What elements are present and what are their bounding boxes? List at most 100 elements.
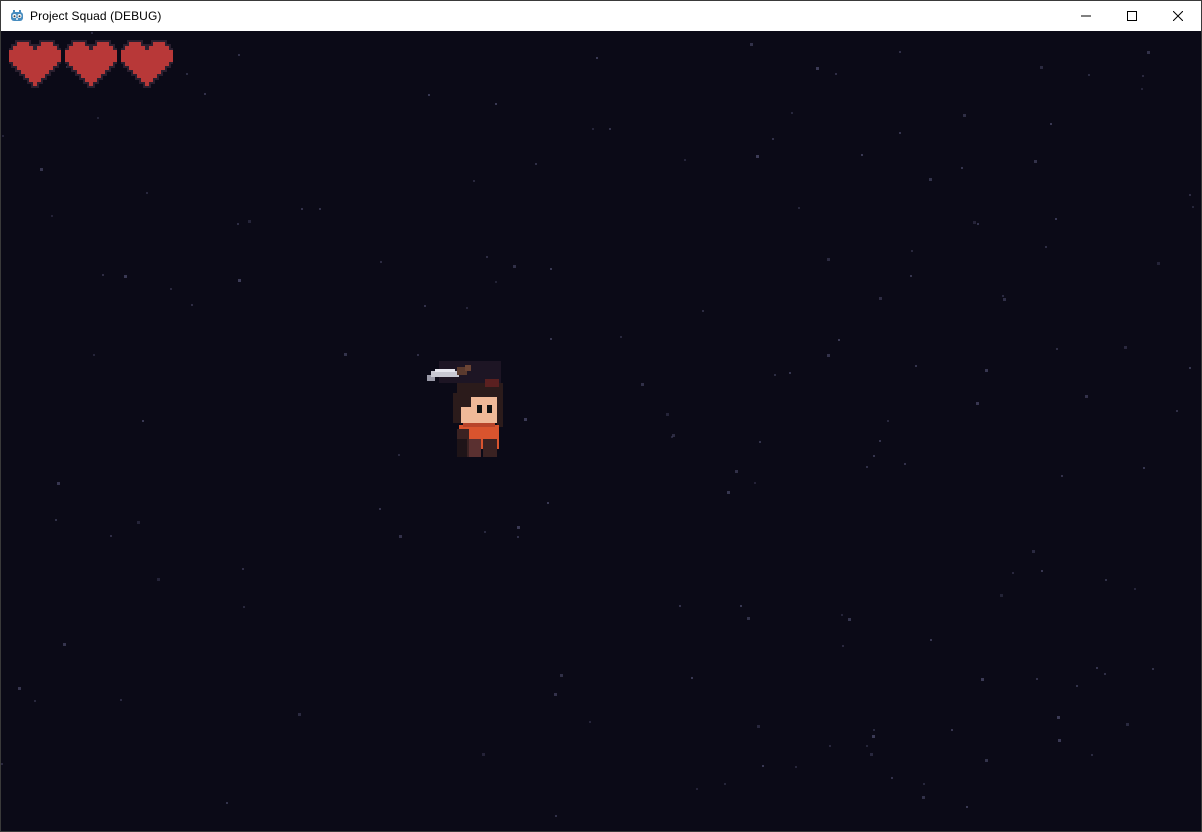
star (762, 765, 764, 767)
star (841, 614, 843, 616)
star (1032, 550, 1035, 553)
star (1050, 123, 1052, 125)
star (242, 568, 244, 570)
star (1143, 467, 1145, 469)
window-title: Project Squad (DEBUG) (30, 9, 162, 23)
game-viewport[interactable] (1, 31, 1201, 831)
star (482, 753, 485, 756)
star (929, 178, 932, 181)
star (237, 223, 239, 225)
star (866, 466, 868, 468)
star (1057, 716, 1060, 719)
star (1036, 678, 1038, 680)
star (555, 815, 557, 817)
star (248, 220, 251, 223)
star (879, 440, 881, 442)
star (827, 354, 830, 357)
star (535, 163, 537, 165)
star (798, 207, 800, 209)
star (973, 221, 976, 224)
star (724, 783, 726, 785)
star (380, 261, 382, 263)
star (547, 502, 549, 504)
star (684, 159, 686, 161)
star (1000, 594, 1003, 597)
star (589, 721, 591, 723)
star (51, 215, 53, 217)
star (922, 796, 925, 799)
star (596, 57, 598, 59)
star (186, 73, 188, 75)
star (985, 369, 988, 372)
star (816, 67, 819, 70)
star (1189, 367, 1191, 369)
star (873, 729, 875, 731)
godot-engine-icon (10, 9, 24, 23)
star (1157, 262, 1160, 265)
star (1055, 218, 1057, 220)
star (344, 353, 347, 356)
star (102, 274, 104, 276)
star (740, 605, 742, 607)
title-bar[interactable]: Project Squad (DEBUG) (1, 1, 1201, 31)
star (1058, 739, 1061, 742)
star (899, 132, 901, 134)
star (696, 788, 698, 790)
star (1189, 194, 1191, 196)
star (702, 310, 704, 312)
star (872, 735, 875, 738)
close-button[interactable] (1155, 1, 1201, 31)
star (1105, 579, 1107, 581)
star (40, 168, 43, 171)
star (835, 73, 837, 75)
star (1142, 75, 1144, 77)
star (243, 606, 245, 608)
star (985, 759, 988, 762)
player-character-sprite (427, 361, 503, 457)
star (2, 135, 4, 137)
star (191, 304, 193, 306)
star (517, 526, 520, 529)
star (838, 339, 840, 341)
star (146, 192, 148, 194)
star (1003, 298, 1006, 301)
star (97, 117, 99, 119)
close-icon (1173, 11, 1183, 21)
star (774, 374, 776, 376)
star (976, 402, 979, 405)
star (727, 491, 730, 494)
star (428, 94, 430, 96)
star (899, 51, 901, 53)
star (930, 639, 932, 641)
star (1085, 395, 1088, 398)
star (966, 806, 968, 808)
star (1041, 570, 1043, 572)
star (517, 536, 519, 538)
star (298, 713, 301, 716)
pixel-heart-icon (121, 40, 173, 88)
star (1088, 74, 1090, 76)
star (560, 674, 563, 677)
star (923, 783, 925, 785)
minimize-button[interactable] (1063, 1, 1109, 31)
game-window: Project Squad (DEBUG) (0, 0, 1202, 832)
star (795, 766, 797, 768)
star (951, 729, 953, 731)
star (848, 618, 851, 621)
star (1124, 346, 1127, 349)
star (550, 338, 552, 340)
star (961, 167, 963, 169)
star (759, 441, 761, 443)
star (609, 128, 611, 130)
star (319, 208, 321, 210)
star (747, 617, 750, 620)
star (735, 470, 738, 473)
maximize-button[interactable] (1109, 1, 1155, 31)
star (861, 154, 863, 156)
star (879, 297, 882, 300)
star (1034, 160, 1037, 163)
star (977, 223, 979, 225)
star (963, 114, 966, 117)
star (137, 521, 140, 524)
pixel-heart-icon (9, 40, 61, 88)
